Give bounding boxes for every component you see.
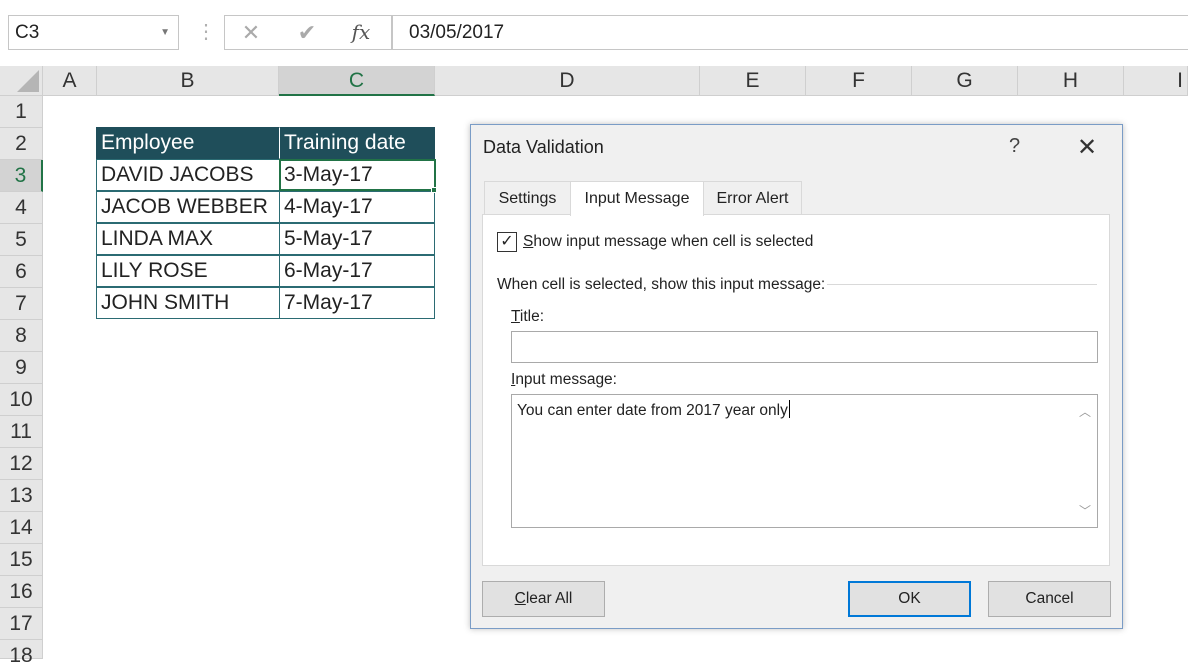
row-header-18[interactable]: 18 [0, 640, 43, 667]
close-icon[interactable]: ✕ [1077, 133, 1097, 162]
row-header-14[interactable]: 14 [0, 512, 43, 544]
ok-button[interactable]: OK [848, 581, 971, 617]
column-header-g[interactable]: G [912, 66, 1018, 96]
enter-icon[interactable]: ✔ [287, 16, 327, 49]
table-cell-employee[interactable]: LINDA MAX [96, 223, 280, 255]
row-header-15[interactable]: 15 [0, 544, 43, 576]
formula-input[interactable]: 03/05/2017 [392, 15, 1188, 50]
row-header-13[interactable]: 13 [0, 480, 43, 512]
table-cell-date[interactable]: 7-May-17 [279, 287, 435, 319]
column-header-b[interactable]: B [97, 66, 279, 96]
access-key: T [511, 308, 520, 325]
table-cell-employee[interactable]: JACOB WEBBER [96, 191, 280, 223]
cancel-icon[interactable]: ✕ [231, 16, 271, 49]
row-header-2[interactable]: 2 [0, 128, 43, 160]
label-text: nput message: [515, 371, 617, 388]
row-header-6[interactable]: 6 [0, 256, 43, 288]
row-header-3[interactable]: 3 [0, 160, 43, 192]
row-header-17[interactable]: 17 [0, 608, 43, 640]
active-cell-border [279, 159, 436, 191]
clear-all-button[interactable]: Clear All [482, 581, 605, 617]
access-key: S [523, 233, 534, 250]
row-header-16[interactable]: 16 [0, 576, 43, 608]
row-header-10[interactable]: 10 [0, 384, 43, 416]
dialog-title: Data Validation [483, 137, 604, 157]
table-cell-employee[interactable]: DAVID JACOBS [96, 159, 280, 191]
input-message-textarea[interactable]: You can enter date from 2017 year only ︿… [511, 394, 1098, 528]
tab-error-alert[interactable]: Error Alert [703, 181, 802, 215]
tab-settings[interactable]: Settings [484, 181, 571, 215]
column-header-e[interactable]: E [700, 66, 806, 96]
column-header-h[interactable]: H [1018, 66, 1124, 96]
table-cell-employee[interactable]: JOHN SMITH [96, 287, 280, 319]
row-header-7[interactable]: 7 [0, 288, 43, 320]
scroll-down-icon[interactable]: ﹀ [1079, 502, 1091, 519]
name-box-value: C3 [15, 22, 40, 43]
button-text: lear All [525, 590, 573, 607]
table-cell-employee[interactable]: LILY ROSE [96, 255, 280, 287]
insert-function-icon[interactable]: fx [341, 16, 381, 49]
table-cell-date[interactable]: 4-May-17 [279, 191, 435, 223]
formula-bar: C3 ▼ ⋮ ✕ ✔ fx 03/05/2017 [0, 0, 1188, 66]
title-input[interactable] [511, 331, 1098, 363]
row-header-4[interactable]: 4 [0, 192, 43, 224]
label-text: itle: [519, 308, 545, 325]
access-key: C [514, 590, 526, 607]
name-box[interactable]: C3 ▼ [8, 15, 179, 50]
column-header-d[interactable]: D [435, 66, 700, 96]
column-header-i[interactable]: I [1124, 66, 1188, 96]
scroll-up-icon[interactable]: ︿ [1079, 403, 1091, 420]
help-icon[interactable]: ? [1009, 135, 1020, 158]
chevron-down-icon[interactable]: ▼ [160, 16, 170, 49]
row-header-11[interactable]: 11 [0, 416, 43, 448]
row-header-9[interactable]: 9 [0, 352, 43, 384]
column-header-a[interactable]: A [43, 66, 97, 96]
input-message-label: Input message: [511, 371, 617, 389]
cancel-button[interactable]: Cancel [988, 581, 1111, 617]
input-message-text: You can enter date from 2017 year only [517, 402, 788, 419]
title-label: Title: [511, 308, 544, 326]
table-header-training-date[interactable]: Training date [279, 127, 435, 159]
label-text: how input message when cell is selected [533, 233, 814, 250]
select-all-button[interactable] [0, 66, 43, 96]
show-message-checkbox[interactable]: ✓ [497, 232, 517, 252]
formula-buttons: ✕ ✔ fx [224, 15, 392, 50]
column-header-f[interactable]: F [806, 66, 912, 96]
section-divider [827, 284, 1097, 285]
row-header-12[interactable]: 12 [0, 448, 43, 480]
column-header-c[interactable]: C [279, 66, 435, 96]
section-label: When cell is selected, show this input m… [497, 276, 826, 293]
row-header-1[interactable]: 1 [0, 96, 43, 128]
row-header-5[interactable]: 5 [0, 224, 43, 256]
table-header-employee[interactable]: Employee [96, 127, 280, 159]
fill-handle[interactable] [431, 187, 437, 193]
data-validation-dialog: Data Validation ? ✕ Settings Input Messa… [470, 124, 1123, 629]
row-header-8[interactable]: 8 [0, 320, 43, 352]
tab-input-message[interactable]: Input Message [570, 181, 704, 216]
show-message-checkbox-label[interactable]: Show input message when cell is selected [523, 233, 813, 251]
table-cell-date[interactable]: 6-May-17 [279, 255, 435, 287]
drag-handle-icon[interactable]: ⋮ [196, 18, 216, 48]
table-cell-date[interactable]: 5-May-17 [279, 223, 435, 255]
